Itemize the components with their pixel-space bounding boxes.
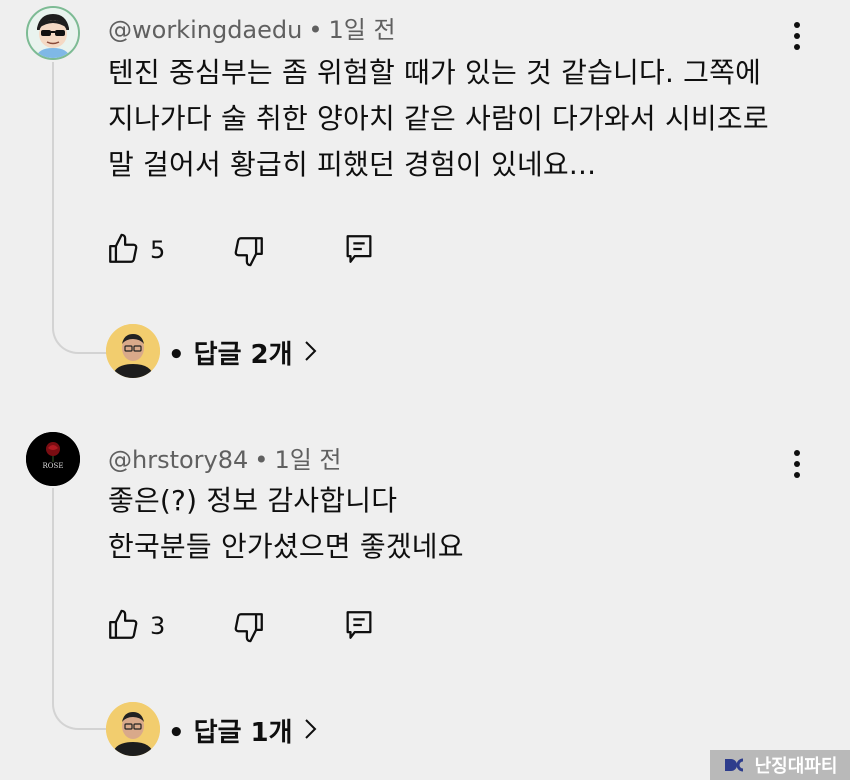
thumbs-up-icon[interactable] xyxy=(106,608,140,642)
kebab-menu-icon[interactable] xyxy=(783,450,811,484)
rose-logo-text: ROSE xyxy=(43,462,64,470)
comment-text: 좋은(?) 정보 감사합니다 한국분들 안가셨으면 좋겠네요 xyxy=(108,478,464,570)
avatar[interactable]: ROSE xyxy=(26,432,80,486)
replies-count[interactable]: • 답글 1개 xyxy=(168,712,293,749)
dc-logo-icon xyxy=(724,758,743,772)
comment-meta: @hrstory84 • 1일 전 xyxy=(108,440,342,475)
comment-time[interactable]: 1일 전 xyxy=(274,446,341,474)
comment-icon[interactable] xyxy=(342,608,376,642)
like-count: 3 xyxy=(150,612,166,640)
comment-line: 좋은(?) 정보 감사합니다 xyxy=(108,484,398,517)
site-watermark: 난징대파티 xyxy=(710,750,850,780)
comment-line: 한국분들 안가셨으면 좋겠네요 xyxy=(108,530,464,563)
avatar xyxy=(106,702,160,756)
chevron-right-icon[interactable] xyxy=(304,718,318,740)
thumbs-down-icon[interactable] xyxy=(232,610,266,644)
comment-actions: 3 xyxy=(106,606,406,646)
meta-separator: • xyxy=(254,446,269,474)
comment-author[interactable]: @hrstory84 xyxy=(108,446,248,474)
rose-logo-icon: ROSE xyxy=(26,432,80,486)
thread-connector xyxy=(52,488,112,730)
watermark-text: 난징대파티 xyxy=(754,756,838,777)
person-photo-icon xyxy=(106,702,160,756)
comment-item: ROSE @hrstory84 • 1일 전 좋은(?) 정보 감사합니다 한국분들… xyxy=(0,0,850,780)
replies-toggle[interactable]: • 답글 1개 xyxy=(106,702,346,758)
